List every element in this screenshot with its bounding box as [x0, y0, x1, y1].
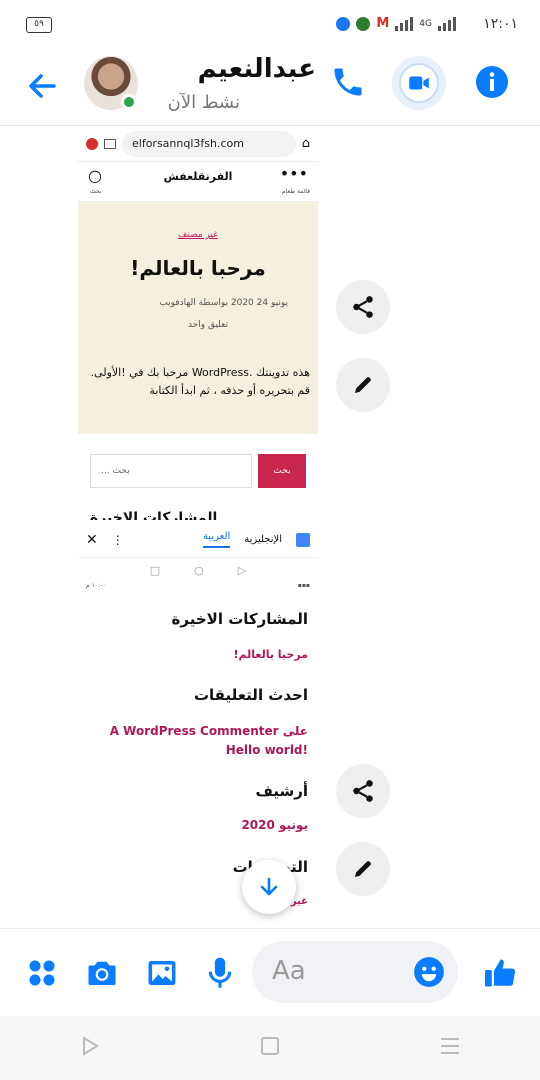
- share-icon: [353, 296, 373, 318]
- shield-icon: [86, 137, 98, 150]
- more-vert-icon: ⋮: [111, 532, 124, 547]
- status-icons: M 4G: [336, 16, 456, 31]
- scroll-to-bottom-button[interactable]: [242, 860, 296, 914]
- messenger-icon: [336, 16, 351, 31]
- partial-heading: المشاركات الاخيرة: [90, 510, 218, 520]
- gallery-button[interactable]: [142, 953, 182, 993]
- status-bar: ٥٩ M 4G ١٢:٠١: [0, 0, 540, 52]
- tabs-icon: [104, 138, 116, 149]
- close-icon: ✕: [86, 531, 98, 548]
- search-label: بحث: [90, 188, 102, 195]
- archive-link: يونيو 2020: [241, 818, 308, 832]
- archive-heading: أرشيف: [255, 782, 308, 800]
- thumbs-up-icon: [485, 959, 516, 987]
- clock: ١٢:٠١: [483, 16, 518, 32]
- emoji-button[interactable]: [412, 955, 446, 993]
- tab-arabic: العربية: [202, 531, 231, 548]
- online-indicator: [121, 94, 137, 110]
- chat-header: عبدالنعيم نشط الآن: [0, 52, 540, 126]
- signal-icon: [395, 16, 414, 31]
- edit-button-2[interactable]: [336, 842, 390, 896]
- battery-level: ٥٩: [34, 19, 44, 29]
- post-meta: يونيو 24 2020 بواسطة الهادفويب: [159, 298, 288, 308]
- mini-circle-icon: ○: [194, 563, 204, 577]
- search-button: بحث: [258, 454, 306, 488]
- recent-post-link: !مرحبا بالعالم: [233, 648, 308, 661]
- video-camera-icon: [409, 76, 429, 90]
- arrow-down-icon: [260, 877, 278, 896]
- post-comments: تعليق واحد: [187, 320, 228, 330]
- mini-status-bar: ١٠:٠٠ م ▪▪▪: [78, 582, 318, 600]
- post-title: !مرحبا بالعالم: [130, 256, 266, 280]
- four-dots-icon: [29, 960, 55, 986]
- system-nav-bar: [0, 1016, 540, 1080]
- signal-icon-2: [438, 16, 456, 31]
- menu-label: قائمة طعام: [281, 188, 310, 195]
- info-icon: [476, 66, 508, 98]
- browser-url-bar: elforsannql3fsh.com ⌂: [78, 126, 318, 162]
- network-type: 4G: [419, 18, 432, 29]
- mini-status-icons: ▪▪▪: [297, 582, 310, 589]
- triangle-back-icon: [83, 1036, 100, 1056]
- nav-menu-button[interactable]: [439, 1036, 461, 1060]
- post-card: غير مصنف !مرحبا بالعالم يونيو 24 2020 بو…: [78, 202, 318, 434]
- camera-button[interactable]: [82, 953, 122, 993]
- contact-name[interactable]: عبدالنعيم: [196, 54, 316, 84]
- back-button[interactable]: [24, 68, 60, 104]
- post-excerpt: هذه تدوينتك .WordPress مرحبا بك في !الأو…: [90, 366, 310, 397]
- message-input[interactable]: Aa: [252, 941, 458, 1003]
- presence-status: نشط الآن: [167, 92, 240, 113]
- mini-time: ١٠:٠٠ م: [86, 582, 107, 589]
- like-button[interactable]: [480, 953, 520, 993]
- message-composer: Aa: [0, 928, 540, 1016]
- edit-button-1[interactable]: [336, 358, 390, 412]
- microphone-icon: [208, 957, 232, 988]
- share-button-2[interactable]: [336, 764, 390, 818]
- translate-bar: ✕ ⋮ العربية الإنجليزية: [78, 522, 318, 558]
- nav-back-button[interactable]: [79, 1035, 101, 1061]
- camera-icon: [88, 961, 116, 985]
- shared-image-1[interactable]: elforsannql3fsh.com ⌂ ○ بحث الفرنقلعفش •…: [78, 126, 318, 520]
- home-icon: ⌂: [301, 136, 310, 151]
- voice-message-button[interactable]: [200, 953, 240, 993]
- google-translate-icon: [296, 532, 310, 547]
- info-button[interactable]: [474, 64, 510, 100]
- voice-call-button[interactable]: [330, 64, 366, 100]
- tab-english: الإنجليزية: [244, 534, 282, 545]
- pencil-icon: [355, 861, 371, 877]
- share-button-1[interactable]: [336, 280, 390, 334]
- smiley-icon: [414, 957, 444, 987]
- square-icon: [260, 1037, 279, 1055]
- share-icon: [353, 780, 373, 802]
- mini-triangle-icon: ▷: [237, 563, 247, 577]
- site-header: ○ بحث الفرنقلعفش ••• قائمة طعام: [78, 162, 318, 202]
- recent-posts-heading: المشاركات الاخيرة: [171, 610, 308, 628]
- search-row: ... بحث بحث: [90, 454, 306, 488]
- url-field: elforsannql3fsh.com: [122, 130, 296, 157]
- gmail-icon: M: [376, 16, 390, 31]
- battery-icon: ٥٩: [26, 17, 52, 33]
- post-category: غير مصنف: [178, 230, 218, 240]
- app-notification-icon: [356, 16, 371, 31]
- mini-square-icon: □: [149, 563, 161, 577]
- image-icon: [148, 960, 176, 986]
- nav-home-button[interactable]: [260, 1036, 280, 1060]
- mini-nav-bar: □ ○ ▷: [78, 558, 318, 582]
- recent-comments-heading: احدث التعليقات: [193, 686, 308, 704]
- phone-icon: [334, 68, 362, 96]
- comment-link: A WordPress Commenter على Hello world!: [109, 724, 308, 757]
- search-field: ... بحث: [90, 454, 252, 488]
- message-placeholder: Aa: [272, 956, 306, 986]
- pencil-icon: [355, 377, 371, 393]
- arrow-left-icon: [29, 74, 56, 98]
- menu-dots-icon: •••: [279, 164, 308, 183]
- more-actions-button[interactable]: [22, 953, 62, 993]
- hamburger-icon: [440, 1038, 459, 1054]
- video-call-button[interactable]: [392, 56, 446, 110]
